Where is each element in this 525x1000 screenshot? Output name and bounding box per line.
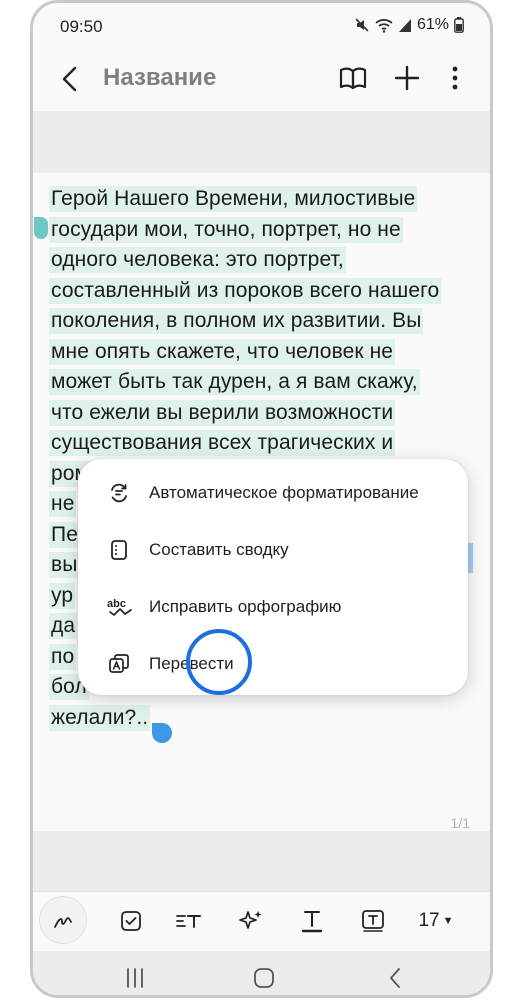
system-nav-bar (33, 951, 490, 995)
selection-start-handle[interactable] (34, 217, 48, 239)
note-line: Пе (49, 521, 80, 548)
summary-icon (107, 538, 131, 562)
wifi-icon (375, 17, 393, 33)
note-line: поколения, в полном их развитии. Вы (49, 308, 424, 334)
bottom-toolbar: 17 ▼ (33, 891, 490, 950)
signal-icon (398, 17, 412, 33)
note-line: по (49, 643, 77, 670)
menu-item-spellcheck[interactable]: abc Исправить орфографию (78, 579, 468, 635)
status-bar: 09:50 61% (33, 3, 490, 51)
note-line: желали?.. (49, 704, 151, 731)
ai-context-menu: Автоматическое форматирование Составить … (78, 459, 468, 695)
title-separator-band (33, 111, 490, 173)
menu-item-translate[interactable]: Перевести (78, 636, 468, 692)
note-line: мне опять скажете, что человек не (49, 338, 396, 365)
tap-indicator-ring (186, 629, 252, 695)
plus-icon[interactable] (390, 61, 424, 95)
note-line: вы (49, 552, 80, 578)
menu-item-label: Составить сводку (149, 540, 289, 559)
note-line: да (49, 613, 78, 639)
checkbox-icon[interactable] (113, 903, 149, 939)
status-icons: 61% (354, 16, 464, 34)
home-icon[interactable] (249, 965, 279, 991)
battery-icon (454, 17, 464, 33)
note-line: одного человека: это портрет, (49, 247, 346, 273)
back-icon[interactable] (381, 965, 411, 991)
status-time: 09:50 (60, 17, 103, 36)
phone-frame: 09:50 61% Название Герой Нашего Времени,… (30, 0, 493, 998)
note-title[interactable]: Название (103, 64, 216, 92)
svg-text:abc: abc (107, 598, 126, 610)
font-size-value: 17 (418, 910, 440, 931)
caret-down-icon: ▼ (442, 915, 454, 927)
auto-format-icon (107, 481, 131, 505)
app-header: Название (33, 51, 490, 109)
recents-icon[interactable] (120, 965, 150, 991)
selection-edge-marker (468, 543, 473, 573)
note-line: составленный из пороков всего нашего (49, 277, 442, 304)
underline-text-icon[interactable] (294, 903, 330, 939)
font-size-selector[interactable]: 17 ▼ (411, 903, 461, 939)
note-line: может быть так дурен, а я вам скажу, (49, 369, 420, 395)
menu-item-summary[interactable]: Составить сводку (78, 522, 468, 578)
battery-percent: 61% (416, 16, 449, 33)
spellcheck-icon: abc (107, 595, 132, 619)
book-icon[interactable] (336, 61, 370, 95)
back-arrow-icon[interactable] (57, 63, 85, 95)
menu-item-label: Исправить орфографию (149, 597, 342, 616)
text-box-icon[interactable] (355, 903, 391, 939)
note-line: Герой Нашего Времени, милостивые (49, 186, 418, 212)
note-line: не (49, 491, 77, 517)
note-line: существования всех трагических и (49, 430, 396, 456)
note-line: ур (49, 582, 76, 609)
page-counter: 1/1 (450, 815, 470, 831)
menu-item-auto-format[interactable]: Автоматическое форматирование (78, 465, 468, 521)
selection-end-handle[interactable] (152, 723, 172, 743)
mute-icon (354, 17, 370, 33)
note-line: что ежели вы верили возможности (49, 399, 396, 426)
more-vert-icon[interactable] (438, 61, 472, 95)
translate-icon (107, 652, 131, 676)
menu-item-label: Автоматическое форматирование (149, 483, 419, 502)
bottom-page-band (33, 831, 490, 891)
pen-icon[interactable] (39, 896, 87, 944)
note-line: государи мои, точно, портрет, но не (49, 216, 403, 243)
text-style-icon[interactable] (171, 903, 207, 939)
sparkle-ai-icon[interactable] (233, 903, 269, 939)
